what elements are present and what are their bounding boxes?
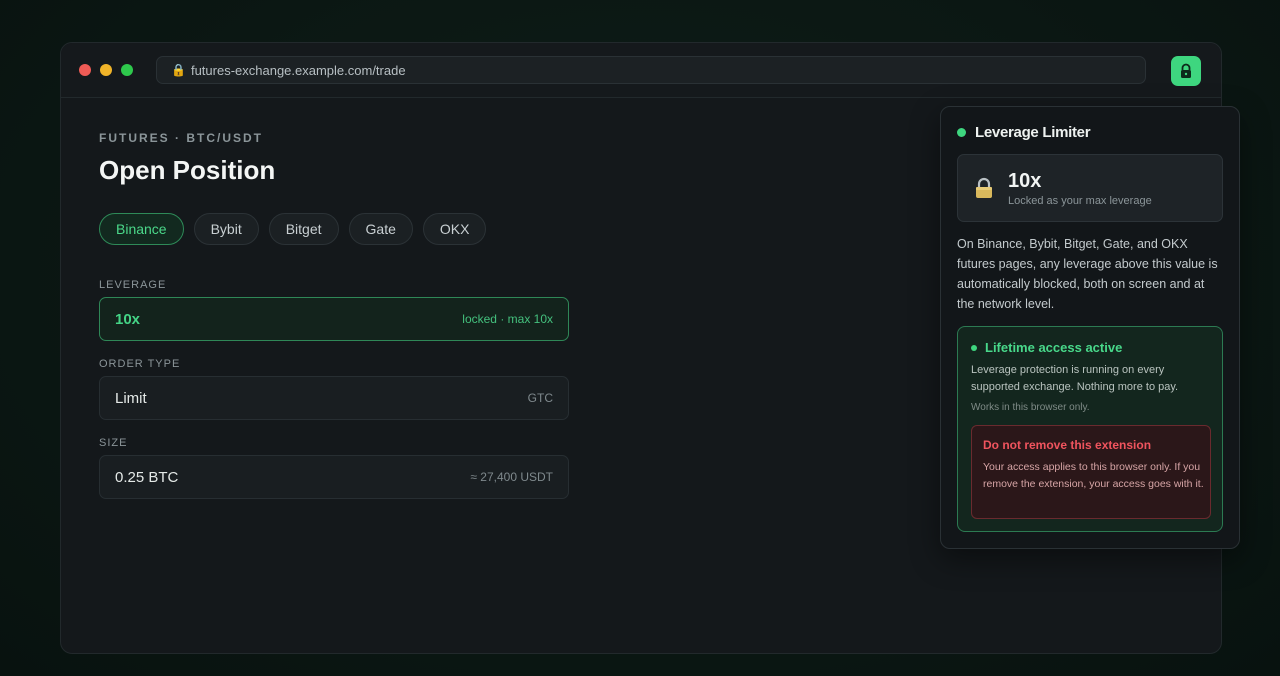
max-leverage-caption: Locked as your max leverage bbox=[1008, 195, 1152, 207]
removal-warning: Do not remove this extension Your access… bbox=[971, 425, 1211, 519]
padlock-icon bbox=[974, 177, 994, 204]
warning-title: Do not remove this extension bbox=[983, 438, 1152, 452]
address-bar[interactable]: 🔒 futures-exchange.example.com/trade bbox=[156, 56, 1146, 84]
minimize-window-button[interactable] bbox=[100, 64, 112, 76]
max-leverage-value: 10x bbox=[1008, 170, 1042, 192]
exchange-tabs: Binance Bybit Bitget Gate OKX bbox=[99, 213, 487, 245]
market-eyebrow: FUTURES · BTC/USDT bbox=[99, 131, 263, 145]
browser-titlebar: 🔒 futures-exchange.example.com/trade bbox=[61, 43, 1221, 98]
size-hint: ≈ 27,400 USDT bbox=[470, 470, 553, 484]
lock-icon: 🔒 bbox=[171, 63, 186, 77]
tab-bitget[interactable]: Bitget bbox=[268, 213, 339, 245]
url-text: futures-exchange.example.com/trade bbox=[190, 62, 406, 78]
size-label: SIZE bbox=[99, 437, 128, 449]
leverage-field[interactable]: 10x locked · max 10x bbox=[99, 297, 569, 341]
leverage-label: LEVERAGE bbox=[99, 279, 167, 291]
access-title: Lifetime access active bbox=[985, 340, 1123, 355]
extension-popup: Leverage Limiter 10x Locked as your max … bbox=[940, 106, 1240, 549]
tab-bybit[interactable]: Bybit bbox=[193, 213, 259, 245]
popup-description: On Binance, Bybit, Bitget, Gate, and OKX… bbox=[957, 237, 1218, 311]
trade-panel: FUTURES · BTC/USDT Open Position Binance… bbox=[99, 131, 569, 499]
size-value: 0.25 BTC bbox=[115, 468, 179, 486]
maximize-window-button[interactable] bbox=[121, 64, 133, 76]
order-type-field[interactable]: Limit GTC bbox=[99, 376, 569, 420]
page-title: Open Position bbox=[99, 155, 276, 185]
extension-button[interactable] bbox=[1171, 56, 1201, 86]
close-window-button[interactable] bbox=[79, 64, 91, 76]
access-status-card: Lifetime access active Leverage protecti… bbox=[957, 326, 1223, 532]
order-type-label: ORDER TYPE bbox=[99, 358, 181, 370]
status-dot-icon bbox=[957, 128, 966, 137]
warning-text: Your access applies to this browser only… bbox=[983, 461, 1204, 490]
active-dot-icon bbox=[971, 344, 977, 351]
tab-binance[interactable]: Binance bbox=[99, 213, 184, 245]
access-text: Leverage protection is running on every … bbox=[971, 364, 1179, 393]
order-type-value: Limit bbox=[115, 389, 147, 407]
order-type-hint: GTC bbox=[527, 391, 553, 405]
leverage-hint: locked · max 10x bbox=[462, 312, 553, 326]
access-note: Works in this browser only. bbox=[971, 402, 1090, 413]
tab-okx[interactable]: OKX bbox=[422, 213, 487, 245]
popup-header: Leverage Limiter bbox=[957, 124, 1091, 141]
lock-icon bbox=[1181, 63, 1191, 78]
popup-title: Leverage Limiter bbox=[975, 124, 1091, 141]
access-header: Lifetime access active bbox=[971, 340, 1122, 355]
leverage-value: 10x bbox=[115, 310, 141, 328]
tab-gate[interactable]: Gate bbox=[348, 213, 413, 245]
leverage-card: 10x Locked as your max leverage bbox=[957, 154, 1223, 222]
size-field[interactable]: 0.25 BTC ≈ 27,400 USDT bbox=[99, 455, 569, 499]
